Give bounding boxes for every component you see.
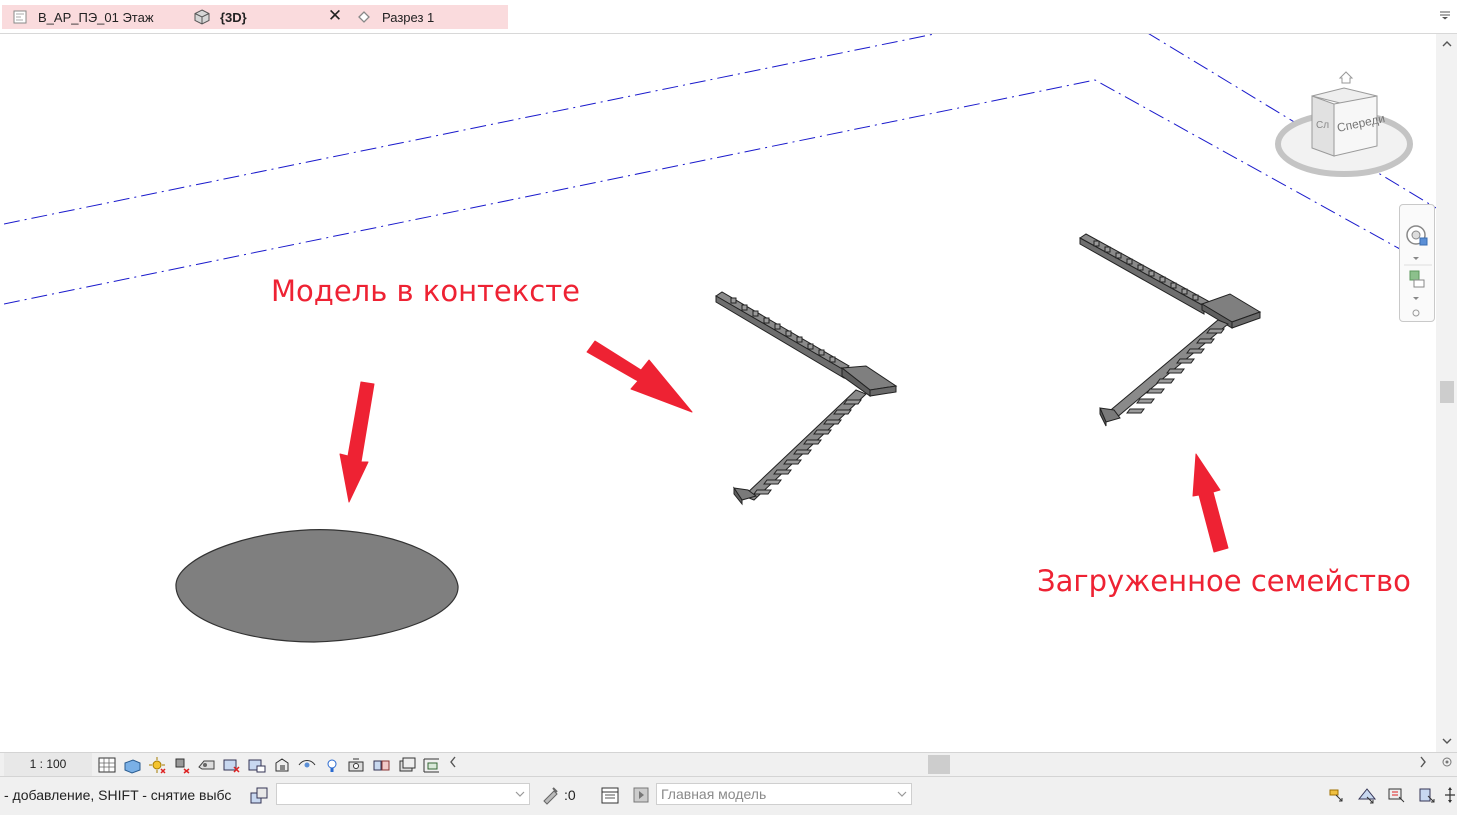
unlock-3d-icon[interactable] (271, 755, 293, 775)
section-icon (358, 11, 370, 23)
tab-label: Разрез 1 (382, 9, 435, 25)
crop-view-icon[interactable] (221, 755, 243, 775)
worksets-icon[interactable] (248, 784, 270, 806)
3d-view-icon (194, 9, 210, 25)
floor-plan-icon (13, 10, 27, 24)
active-design-option-icon[interactable] (630, 784, 652, 806)
analytical-model-icon[interactable] (346, 755, 368, 775)
level-line (4, 34, 937, 225)
vertical-scrollbar[interactable] (1436, 34, 1457, 752)
tab-section[interactable]: Разрез 1 (356, 5, 434, 29)
level-line (4, 79, 1436, 305)
view-scale[interactable]: 1 : 100 (4, 753, 92, 776)
sun-path-icon[interactable] (146, 755, 168, 775)
navigation-bar (1399, 204, 1435, 322)
view-control-icons (96, 755, 443, 775)
reveal-constraints-icon[interactable] (396, 755, 418, 775)
editable-only-icon[interactable] (539, 784, 561, 806)
editable-count: :0 (564, 787, 576, 803)
status-bar: - добавление, SHIFT - снятие выбс :0 Гла… (0, 776, 1457, 815)
scroll-up-icon[interactable] (1436, 34, 1457, 54)
chevron-down-icon (1413, 297, 1419, 300)
visual-style-icon[interactable] (121, 755, 143, 775)
temporary-hide-icon[interactable] (296, 755, 318, 775)
model-canvas (4, 34, 1436, 643)
horizontal-scroll-thumb[interactable] (928, 755, 950, 774)
arrow-down (339, 381, 375, 503)
resize-grip-icon[interactable] (1441, 756, 1453, 771)
stair-in-place (715, 291, 898, 506)
annotation-loaded-family: Загруженное семейство (1037, 564, 1411, 598)
show-crop-icon[interactable] (246, 755, 268, 775)
tab-label: {3D} (220, 9, 247, 25)
design-option-value: Главная модель (661, 786, 767, 802)
zoom-region-icon[interactable] (1409, 270, 1425, 288)
chevron-down-icon (897, 791, 907, 797)
render-icon[interactable] (196, 755, 218, 775)
tab-3d-view[interactable]: {3D} (194, 5, 247, 29)
detail-level-icon[interactable] (96, 755, 118, 775)
scroll-down-icon[interactable] (1436, 732, 1457, 752)
in-place-solid (175, 529, 459, 643)
arrow-up (1192, 453, 1229, 553)
annotation-in-place-model: Модель в контексте (271, 274, 580, 308)
stair-loaded-family (1079, 233, 1262, 427)
worksharing-display-icon[interactable] (421, 755, 443, 775)
view-tab-bar: В_АР_ПЭ_01 Этаж {3D} ✕ Разрез 1 (0, 0, 1457, 34)
select-underlay-icon[interactable] (1356, 784, 1378, 806)
close-icon[interactable]: ✕ (326, 6, 344, 26)
status-message: - добавление, SHIFT - снятие выбс (4, 787, 232, 803)
nav-options-icon (1412, 309, 1420, 317)
home-icon (1338, 71, 1354, 84)
steering-wheel-icon[interactable] (1406, 225, 1428, 246)
vertical-scroll-thumb[interactable] (1440, 381, 1454, 403)
tab-list-menu-icon[interactable] (1439, 10, 1451, 23)
select-by-face-icon[interactable] (1416, 784, 1438, 806)
select-links-icon[interactable] (1326, 784, 1348, 806)
tab-floor-plan[interactable]: В_АР_ПЭ_01 Этаж (12, 5, 154, 29)
reveal-hidden-icon[interactable] (321, 755, 343, 775)
scroll-right-icon[interactable] (1419, 755, 1427, 773)
viewcube-side-label: Сл (1316, 120, 1329, 131)
select-pinned-icon[interactable] (1386, 784, 1408, 806)
tab-label: В_АР_ПЭ_01 Этаж (38, 9, 154, 25)
drag-elements-icon[interactable] (1443, 786, 1457, 804)
viewcube[interactable]: Спереди Сл (1274, 52, 1418, 182)
view-control-bar: 1 : 100 (0, 752, 1457, 776)
chevron-down-icon (515, 791, 525, 797)
design-options-icon[interactable] (599, 784, 621, 806)
shadows-icon[interactable] (171, 755, 193, 775)
chevron-down-icon (1413, 257, 1419, 260)
highlight-displacement-icon[interactable] (371, 755, 393, 775)
workset-combo[interactable] (276, 783, 530, 805)
design-option-combo[interactable]: Главная модель (656, 783, 912, 805)
3d-viewport[interactable]: Модель в контексте Загруженное семейство (4, 34, 1436, 752)
scroll-left-icon[interactable] (449, 755, 457, 773)
arrow-right (586, 340, 693, 413)
